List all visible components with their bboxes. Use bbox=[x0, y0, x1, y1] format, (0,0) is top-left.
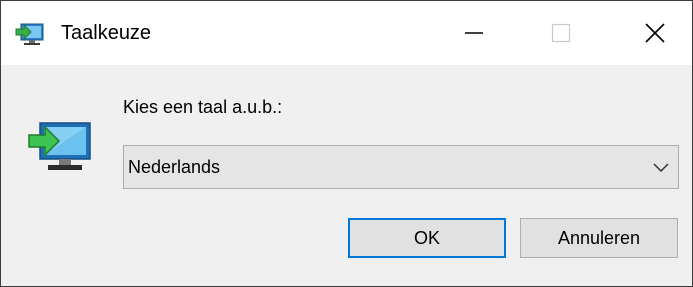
dialog-body: Kies een taal a.u.b.: Nederlands OK Annu… bbox=[1, 65, 692, 286]
chevron-down-icon bbox=[653, 163, 669, 173]
cancel-button[interactable]: Annuleren bbox=[520, 218, 678, 258]
language-select-value: Nederlands bbox=[128, 157, 221, 177]
title-bar[interactable]: Taalkeuze bbox=[1, 1, 692, 65]
language-prompt: Kies een taal a.u.b.: bbox=[123, 97, 283, 117]
ok-button[interactable]: OK bbox=[348, 218, 506, 258]
minimize-icon bbox=[465, 32, 483, 34]
minimize-button[interactable] bbox=[443, 1, 505, 65]
setup-monitor-arrow-icon bbox=[15, 23, 44, 45]
close-button[interactable] bbox=[624, 1, 686, 65]
language-select[interactable]: Nederlands bbox=[123, 145, 679, 189]
maximize-icon bbox=[551, 23, 571, 43]
close-icon bbox=[645, 23, 665, 43]
window-title: Taalkeuze bbox=[61, 22, 152, 44]
language-dialog-window: Taalkeuze Kies een taal a.u.b.: Nederlan… bbox=[0, 0, 693, 287]
setup-monitor-arrow-icon bbox=[28, 122, 91, 170]
maximize-button[interactable] bbox=[530, 1, 592, 65]
